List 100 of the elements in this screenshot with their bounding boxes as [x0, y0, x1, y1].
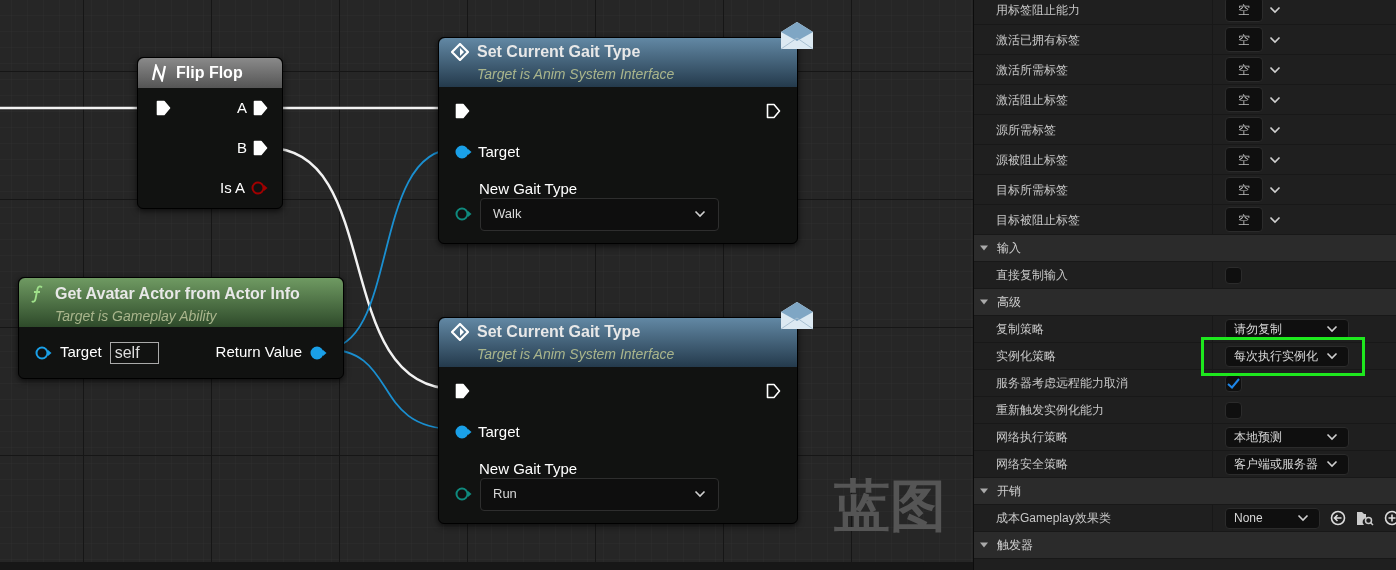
- chevron-down-icon: [1269, 125, 1281, 134]
- tag-value-field[interactable]: 空: [1225, 27, 1263, 52]
- chevron-down-icon: [1326, 433, 1338, 441]
- interface-icon: [451, 43, 469, 61]
- chevron-down-icon: [1269, 35, 1281, 44]
- pin-label: B: [237, 137, 247, 158]
- exec-pin-icon[interactable]: [253, 140, 268, 156]
- section-header[interactable]: 高级: [974, 289, 1396, 316]
- checkmark-icon: [1227, 377, 1240, 389]
- data-pin-icon[interactable]: [35, 345, 52, 360]
- function-icon: [31, 285, 43, 303]
- chevron-down-icon: [694, 210, 706, 218]
- pin-label: Target: [60, 342, 102, 363]
- function-node[interactable]: Get Avatar Actor from Actor Info Target is Gameplay Ability Target self Return Value: [18, 277, 344, 379]
- flip-flop-node[interactable]: Flip Flop A B Is A: [137, 57, 283, 209]
- chevron-down-icon: [1326, 325, 1338, 333]
- dropdown[interactable]: 本地预测: [1225, 426, 1349, 448]
- macro-icon: [150, 64, 168, 82]
- dropdown[interactable]: 请勿复制: [1225, 318, 1349, 340]
- tag-value-field[interactable]: 空: [1225, 117, 1263, 142]
- exec-pin-icon[interactable]: [253, 100, 268, 116]
- chevron-down-icon: [1269, 5, 1281, 14]
- browse-folder-icon[interactable]: [1356, 510, 1374, 526]
- tag-value-field[interactable]: 空: [1225, 147, 1263, 172]
- tag-value-field[interactable]: 空: [1225, 87, 1263, 112]
- dropdown[interactable]: 每次执行实例化: [1225, 345, 1349, 367]
- enum-dropdown[interactable]: Run: [480, 477, 719, 511]
- pin-label: Is A: [220, 177, 245, 198]
- property-label: 网络安全策略: [996, 456, 1068, 473]
- envelope-icon: [780, 301, 814, 331]
- tag-value-field[interactable]: 空: [1225, 0, 1263, 22]
- chevron-down-icon: [1269, 185, 1281, 194]
- chevron-down-icon: [1269, 65, 1281, 74]
- chevron-down-icon: [1269, 155, 1281, 164]
- pin-label: Target: [478, 142, 520, 162]
- data-pin-icon[interactable]: [455, 207, 472, 221]
- pin-label: A: [237, 97, 247, 118]
- property-label: 激活已拥有标签: [996, 31, 1080, 49]
- property-label: 激活所需标签: [996, 61, 1068, 79]
- node-subtitle: Target is Anim System Interface: [476, 65, 676, 84]
- chevron-down-icon: [1326, 460, 1338, 468]
- blueprint-graph[interactable]: [0, 0, 973, 570]
- node-title: Get Avatar Actor from Actor Info: [55, 284, 300, 304]
- tag-value-field[interactable]: 空: [1225, 207, 1263, 232]
- property-label: 网络执行策略: [996, 429, 1068, 446]
- property-label: 实例化策略: [996, 348, 1056, 365]
- node-title: Flip Flop: [176, 63, 243, 83]
- property-label: 激活阻止标签: [996, 91, 1068, 109]
- node-title: Set Current Gait Type: [477, 322, 641, 342]
- section-header[interactable]: 输入: [974, 235, 1396, 262]
- section-header[interactable]: 触发器: [974, 532, 1396, 559]
- pin-label: Target: [478, 422, 520, 442]
- pin-label: New Gait Type: [479, 459, 579, 478]
- property-label: 目标被阻止标签: [996, 211, 1080, 229]
- add-icon[interactable]: [1384, 510, 1396, 526]
- default-value-field[interactable]: self: [109, 341, 159, 364]
- data-pin-icon[interactable]: [455, 487, 472, 501]
- property-label: 源被阻止标签: [996, 151, 1068, 169]
- section-label: 高级: [997, 294, 1021, 311]
- exec-pin-icon[interactable]: [455, 103, 470, 119]
- node-subtitle: Target is Anim System Interface: [476, 345, 676, 364]
- property-label: 复制策略: [996, 321, 1044, 338]
- node-title: Set Current Gait Type: [477, 42, 641, 62]
- section-label: 触发器: [997, 537, 1033, 554]
- node-subtitle: Target is Gameplay Ability: [54, 307, 218, 326]
- enum-dropdown[interactable]: Walk: [480, 197, 719, 231]
- exec-pin-icon[interactable]: [156, 100, 171, 116]
- tag-value-field[interactable]: 空: [1225, 57, 1263, 82]
- dropdown[interactable]: None: [1225, 507, 1320, 529]
- chevron-down-icon: [694, 490, 706, 498]
- use-selected-icon[interactable]: [1330, 510, 1346, 526]
- checkbox[interactable]: [1225, 401, 1242, 419]
- property-label: 源所需标签: [996, 121, 1056, 139]
- pin-label: New Gait Type: [479, 179, 579, 198]
- exec-pin-icon[interactable]: [766, 103, 781, 119]
- chevron-down-icon: [1269, 95, 1281, 104]
- data-pin-icon[interactable]: [455, 145, 472, 160]
- property-label: 目标所需标签: [996, 181, 1068, 199]
- property-label: 服务器考虑远程能力取消: [996, 375, 1128, 392]
- data-pin-icon[interactable]: [310, 345, 327, 360]
- dropdown[interactable]: 客户端或服务器: [1225, 453, 1349, 475]
- message-node[interactable]: Set Current Gait Type Target is Anim System Interface Target New Gait Type Walk: [438, 37, 798, 244]
- chevron-down-icon: [1269, 215, 1281, 224]
- chevron-down-icon: [1297, 514, 1309, 522]
- property-label: 用标签阻止能力: [996, 1, 1080, 19]
- property-label: 成本Gameplay效果类: [996, 510, 1111, 527]
- interface-icon: [451, 323, 469, 341]
- chevron-down-icon: [1326, 352, 1338, 360]
- property-label: 重新触发实例化能力: [996, 402, 1104, 419]
- exec-pin-icon[interactable]: [766, 383, 781, 399]
- section-label: 开销: [997, 483, 1021, 500]
- section-label: 输入: [997, 240, 1021, 257]
- message-node[interactable]: Set Current Gait Type Target is Anim System Interface Target New Gait Type Run: [438, 317, 798, 524]
- data-pin-icon[interactable]: [455, 425, 472, 440]
- tag-value-field[interactable]: 空: [1225, 177, 1263, 202]
- checkbox[interactable]: [1225, 266, 1242, 284]
- section-header[interactable]: 开销: [974, 478, 1396, 505]
- exec-pin-icon[interactable]: [455, 383, 470, 399]
- pin-label: Return Value: [215, 342, 302, 363]
- envelope-icon: [780, 21, 814, 51]
